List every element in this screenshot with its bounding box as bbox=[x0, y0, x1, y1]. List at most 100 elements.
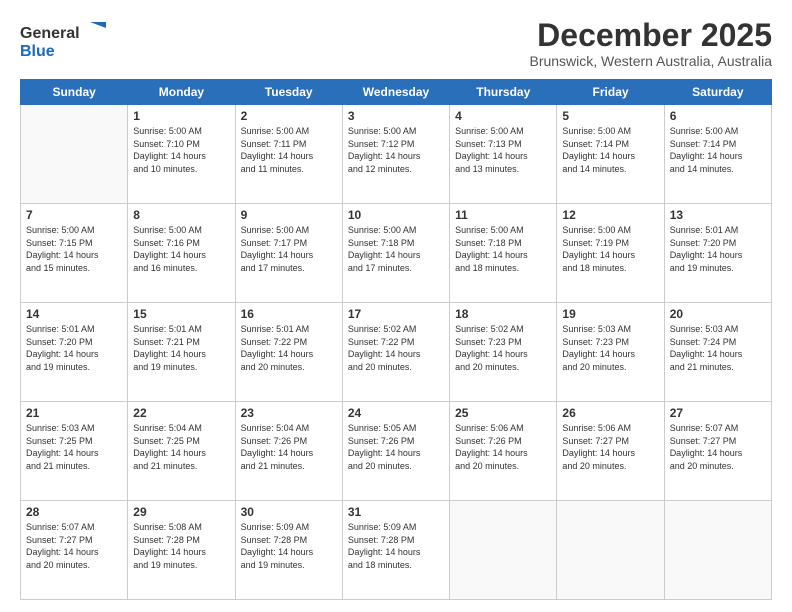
table-row: 20 Sunrise: 5:03 AM Sunset: 7:24 PM Dayli… bbox=[664, 303, 771, 402]
table-row bbox=[21, 105, 128, 204]
day-number: 13 bbox=[670, 208, 766, 222]
col-thursday: Thursday bbox=[450, 80, 557, 105]
day-number: 29 bbox=[133, 505, 229, 519]
table-row: 16 Sunrise: 5:01 AM Sunset: 7:22 PM Dayli… bbox=[235, 303, 342, 402]
day-info: Sunrise: 5:06 AM Sunset: 7:27 PM Dayligh… bbox=[562, 422, 658, 472]
day-info: Sunrise: 5:04 AM Sunset: 7:25 PM Dayligh… bbox=[133, 422, 229, 472]
day-number: 30 bbox=[241, 505, 337, 519]
table-row bbox=[557, 501, 664, 600]
col-saturday: Saturday bbox=[664, 80, 771, 105]
day-info: Sunrise: 5:00 AM Sunset: 7:16 PM Dayligh… bbox=[133, 224, 229, 274]
day-info: Sunrise: 5:03 AM Sunset: 7:23 PM Dayligh… bbox=[562, 323, 658, 373]
svg-text:Blue: Blue bbox=[20, 43, 55, 60]
calendar-week-row: 21 Sunrise: 5:03 AM Sunset: 7:25 PM Dayli… bbox=[21, 402, 772, 501]
day-info: Sunrise: 5:02 AM Sunset: 7:22 PM Dayligh… bbox=[348, 323, 444, 373]
logo-svg: General Blue bbox=[20, 18, 110, 62]
location-subtitle: Brunswick, Western Australia, Australia bbox=[529, 53, 772, 69]
day-info: Sunrise: 5:07 AM Sunset: 7:27 PM Dayligh… bbox=[26, 521, 122, 571]
col-monday: Monday bbox=[128, 80, 235, 105]
table-row: 2 Sunrise: 5:00 AM Sunset: 7:11 PM Daylig… bbox=[235, 105, 342, 204]
day-number: 26 bbox=[562, 406, 658, 420]
day-info: Sunrise: 5:01 AM Sunset: 7:20 PM Dayligh… bbox=[670, 224, 766, 274]
day-number: 19 bbox=[562, 307, 658, 321]
day-number: 8 bbox=[133, 208, 229, 222]
day-number: 22 bbox=[133, 406, 229, 420]
day-number: 31 bbox=[348, 505, 444, 519]
table-row: 5 Sunrise: 5:00 AM Sunset: 7:14 PM Daylig… bbox=[557, 105, 664, 204]
day-info: Sunrise: 5:06 AM Sunset: 7:26 PM Dayligh… bbox=[455, 422, 551, 472]
day-number: 6 bbox=[670, 109, 766, 123]
day-number: 24 bbox=[348, 406, 444, 420]
table-row: 4 Sunrise: 5:00 AM Sunset: 7:13 PM Daylig… bbox=[450, 105, 557, 204]
day-number: 18 bbox=[455, 307, 551, 321]
day-info: Sunrise: 5:09 AM Sunset: 7:28 PM Dayligh… bbox=[241, 521, 337, 571]
day-info: Sunrise: 5:03 AM Sunset: 7:25 PM Dayligh… bbox=[26, 422, 122, 472]
day-info: Sunrise: 5:05 AM Sunset: 7:26 PM Dayligh… bbox=[348, 422, 444, 472]
table-row: 14Sunrise: 5:01 AM Sunset: 7:20 PM Dayli… bbox=[21, 303, 128, 402]
table-row: 17Sunrise: 5:02 AM Sunset: 7:22 PM Dayli… bbox=[342, 303, 449, 402]
day-info: Sunrise: 5:00 AM Sunset: 7:11 PM Dayligh… bbox=[241, 125, 337, 175]
day-info: Sunrise: 5:03 AM Sunset: 7:24 PM Dayligh… bbox=[670, 323, 766, 373]
day-number: 16 bbox=[241, 307, 337, 321]
table-row: 12Sunrise: 5:00 AM Sunset: 7:19 PM Dayli… bbox=[557, 204, 664, 303]
table-row: 19 Sunrise: 5:03 AM Sunset: 7:23 PM Dayli… bbox=[557, 303, 664, 402]
day-info: Sunrise: 5:00 AM Sunset: 7:12 PM Dayligh… bbox=[348, 125, 444, 175]
table-row: 13 Sunrise: 5:01 AM Sunset: 7:20 PM Dayli… bbox=[664, 204, 771, 303]
day-info: Sunrise: 5:00 AM Sunset: 7:14 PM Dayligh… bbox=[670, 125, 766, 175]
day-info: Sunrise: 5:00 AM Sunset: 7:18 PM Dayligh… bbox=[455, 224, 551, 274]
col-tuesday: Tuesday bbox=[235, 80, 342, 105]
table-row: 11Sunrise: 5:00 AM Sunset: 7:18 PM Dayli… bbox=[450, 204, 557, 303]
calendar-week-row: 14Sunrise: 5:01 AM Sunset: 7:20 PM Dayli… bbox=[21, 303, 772, 402]
table-row: 1 Sunrise: 5:00 AM Sunset: 7:10 PM Daylig… bbox=[128, 105, 235, 204]
day-info: Sunrise: 5:07 AM Sunset: 7:27 PM Dayligh… bbox=[670, 422, 766, 472]
title-block: December 2025 Brunswick, Western Austral… bbox=[529, 18, 772, 69]
table-row: 8 Sunrise: 5:00 AM Sunset: 7:16 PM Daylig… bbox=[128, 204, 235, 303]
table-row bbox=[664, 501, 771, 600]
day-number: 12 bbox=[562, 208, 658, 222]
col-friday: Friday bbox=[557, 80, 664, 105]
month-title: December 2025 bbox=[529, 18, 772, 53]
day-number: 7 bbox=[26, 208, 122, 222]
day-number: 9 bbox=[241, 208, 337, 222]
day-number: 15 bbox=[133, 307, 229, 321]
day-info: Sunrise: 5:09 AM Sunset: 7:28 PM Dayligh… bbox=[348, 521, 444, 571]
table-row: 24 Sunrise: 5:05 AM Sunset: 7:26 PM Dayli… bbox=[342, 402, 449, 501]
table-row: 27Sunrise: 5:07 AM Sunset: 7:27 PM Dayli… bbox=[664, 402, 771, 501]
day-info: Sunrise: 5:01 AM Sunset: 7:21 PM Dayligh… bbox=[133, 323, 229, 373]
table-row: 21 Sunrise: 5:03 AM Sunset: 7:25 PM Dayli… bbox=[21, 402, 128, 501]
weekday-header-row: Sunday Monday Tuesday Wednesday Thursday… bbox=[21, 80, 772, 105]
day-number: 2 bbox=[241, 109, 337, 123]
day-info: Sunrise: 5:00 AM Sunset: 7:10 PM Dayligh… bbox=[133, 125, 229, 175]
logo: General Blue bbox=[20, 18, 110, 67]
table-row bbox=[450, 501, 557, 600]
day-info: Sunrise: 5:00 AM Sunset: 7:14 PM Dayligh… bbox=[562, 125, 658, 175]
day-info: Sunrise: 5:00 AM Sunset: 7:15 PM Dayligh… bbox=[26, 224, 122, 274]
table-row: 7 Sunrise: 5:00 AM Sunset: 7:15 PM Daylig… bbox=[21, 204, 128, 303]
day-info: Sunrise: 5:00 AM Sunset: 7:13 PM Dayligh… bbox=[455, 125, 551, 175]
table-row: 28Sunrise: 5:07 AM Sunset: 7:27 PM Dayli… bbox=[21, 501, 128, 600]
col-sunday: Sunday bbox=[21, 80, 128, 105]
day-info: Sunrise: 5:00 AM Sunset: 7:18 PM Dayligh… bbox=[348, 224, 444, 274]
day-number: 21 bbox=[26, 406, 122, 420]
col-wednesday: Wednesday bbox=[342, 80, 449, 105]
table-row: 3 Sunrise: 5:00 AM Sunset: 7:12 PM Daylig… bbox=[342, 105, 449, 204]
calendar-week-row: 7 Sunrise: 5:00 AM Sunset: 7:15 PM Daylig… bbox=[21, 204, 772, 303]
table-row: 9Sunrise: 5:00 AM Sunset: 7:17 PM Daylig… bbox=[235, 204, 342, 303]
header: General Blue December 2025 Brunswick, We… bbox=[20, 18, 772, 69]
day-number: 1 bbox=[133, 109, 229, 123]
svg-text:General: General bbox=[20, 25, 80, 42]
table-row: 29Sunrise: 5:08 AM Sunset: 7:28 PM Dayli… bbox=[128, 501, 235, 600]
table-row: 25Sunrise: 5:06 AM Sunset: 7:26 PM Dayli… bbox=[450, 402, 557, 501]
table-row: 10Sunrise: 5:00 AM Sunset: 7:18 PM Dayli… bbox=[342, 204, 449, 303]
day-number: 14 bbox=[26, 307, 122, 321]
table-row: 15 Sunrise: 5:01 AM Sunset: 7:21 PM Dayli… bbox=[128, 303, 235, 402]
day-info: Sunrise: 5:04 AM Sunset: 7:26 PM Dayligh… bbox=[241, 422, 337, 472]
day-number: 4 bbox=[455, 109, 551, 123]
day-number: 5 bbox=[562, 109, 658, 123]
day-number: 20 bbox=[670, 307, 766, 321]
day-number: 3 bbox=[348, 109, 444, 123]
day-number: 23 bbox=[241, 406, 337, 420]
table-row: 18Sunrise: 5:02 AM Sunset: 7:23 PM Dayli… bbox=[450, 303, 557, 402]
table-row: 26 Sunrise: 5:06 AM Sunset: 7:27 PM Dayli… bbox=[557, 402, 664, 501]
day-info: Sunrise: 5:01 AM Sunset: 7:22 PM Dayligh… bbox=[241, 323, 337, 373]
